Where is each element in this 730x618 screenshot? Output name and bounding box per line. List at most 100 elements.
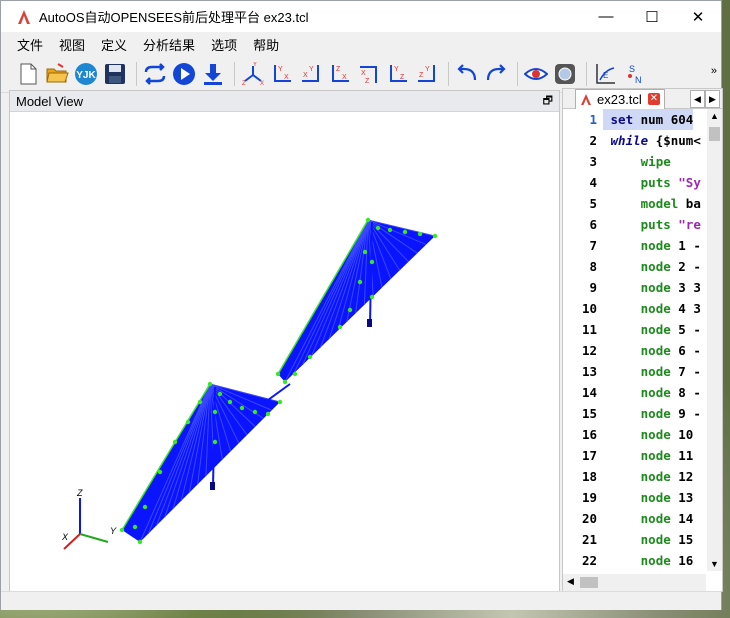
code-line: 19 node 13 [563, 487, 705, 508]
code-text: node 8 - [640, 385, 701, 400]
code-text: puts "Sy [640, 175, 701, 190]
code-line: 20 node 14 [563, 508, 705, 529]
open-folder-icon[interactable] [44, 61, 70, 87]
sn-icon[interactable]: SN [621, 61, 647, 87]
tab-scroll-left-icon[interactable]: ◀ [690, 90, 705, 108]
model-canvas[interactable]: Z Y X [10, 112, 559, 591]
redo-icon[interactable] [483, 61, 509, 87]
svg-text:Y: Y [394, 66, 399, 73]
toolbar-separator [234, 62, 235, 86]
editor-tab-bar: ex23.tcl ✕ ◀ ▶ [563, 88, 722, 109]
code-text: node 11 [640, 448, 694, 463]
scroll-thumb[interactable] [580, 577, 598, 588]
model-node [277, 399, 283, 405]
line-number: 7 [589, 238, 597, 253]
model-node [307, 354, 313, 360]
line-number: 10 [581, 301, 597, 316]
menu-define[interactable]: 定义 [93, 35, 135, 54]
axis-y-line [79, 533, 109, 543]
undo-icon[interactable] [454, 61, 480, 87]
close-tab-icon[interactable]: ✕ [647, 93, 660, 105]
tab-label: ex23.tcl [597, 91, 642, 107]
menu-analysis-results[interactable]: 分析结果 [135, 35, 203, 54]
model-view-title: Model View [16, 93, 83, 109]
app-logo-icon [18, 9, 30, 24]
svg-text:X: X [260, 81, 264, 86]
maximize-button[interactable]: ☐ [629, 1, 675, 32]
code-text: node 14 [640, 511, 694, 526]
chart-icon[interactable]: E [592, 61, 618, 87]
camera-icon[interactable] [552, 61, 578, 87]
minimize-button[interactable]: — [583, 1, 629, 32]
toolbar-overflow-button[interactable]: » [711, 65, 717, 77]
svg-text:Z: Z [400, 74, 405, 81]
toolbar-separator [586, 62, 587, 86]
model-node [432, 233, 438, 239]
model-support [210, 482, 215, 490]
toolbar-separator [517, 62, 518, 86]
svg-text:Y: Y [278, 66, 283, 73]
line-number: 17 [581, 448, 597, 463]
restore-icon[interactable]: 🗗 [543, 92, 553, 111]
menu-file[interactable]: 文件 [9, 35, 51, 54]
model-node [132, 524, 138, 530]
code-line: 16 node 10 [563, 424, 705, 445]
code-line: 5 model ba [563, 193, 705, 214]
code-area[interactable]: 1 set num 604 2 while {$num< 3 wipe 4 puts … [563, 109, 705, 571]
code-line: 18 node 12 [563, 466, 705, 487]
code-line: 12 node 6 - [563, 340, 705, 361]
run-icon[interactable] [171, 61, 197, 87]
code-text: node 9 - [640, 406, 701, 421]
toolbar-separator [448, 62, 449, 86]
scroll-up-icon[interactable]: ▲ [710, 111, 719, 121]
tab-scroll-right-icon[interactable]: ▶ [705, 90, 720, 108]
line-number: 6 [589, 217, 597, 232]
vertical-scrollbar[interactable]: ▲ ▼ [707, 109, 722, 571]
svg-text:E: E [603, 71, 608, 80]
horizontal-scrollbar[interactable]: ◀ [563, 574, 706, 591]
model-node [265, 411, 271, 417]
line-number: 19 [581, 490, 597, 505]
view-xy-icon[interactable]: XY [298, 61, 324, 87]
scroll-down-icon[interactable]: ▼ [710, 559, 719, 569]
line-number: 8 [589, 259, 597, 274]
view-zx-icon[interactable]: ZX [327, 61, 353, 87]
model-view-header: Model View 🗗 [10, 91, 559, 112]
view-zy-icon[interactable]: ZY [414, 61, 440, 87]
yjk-icon[interactable]: YJK [73, 61, 99, 87]
view-yx-icon[interactable]: YX [269, 61, 295, 87]
model-node [357, 279, 363, 285]
code-text: node 3 3 [640, 280, 701, 295]
code-text: node 4 3 [640, 301, 701, 316]
line-number: 20 [581, 511, 597, 526]
loop-icon[interactable] [142, 61, 168, 87]
svg-text:S: S [629, 64, 635, 74]
scroll-left-icon[interactable]: ◀ [567, 576, 574, 587]
menu-view[interactable]: 视图 [51, 35, 93, 54]
title-bar: AutoOS自动OPENSEES前后处理平台 ex23.tcl — ☐ ✕ [1, 1, 721, 32]
tab-ex23[interactable]: ex23.tcl ✕ [575, 88, 665, 109]
app-window: AutoOS自动OPENSEES前后处理平台 ex23.tcl — ☐ ✕ 文件… [0, 0, 723, 610]
code-text: node 7 - [640, 364, 701, 379]
line-number: 1 [589, 112, 597, 127]
menu-help[interactable]: 帮助 [245, 35, 287, 54]
model-node [142, 504, 148, 510]
code-text: model ba [640, 196, 701, 211]
axis-xyz-icon[interactable]: Y Z X [240, 61, 266, 87]
save-icon[interactable] [102, 61, 128, 87]
download-icon[interactable] [200, 61, 226, 87]
code-text: node 6 - [640, 343, 701, 358]
line-number: 11 [581, 322, 597, 337]
svg-text:Z: Z [419, 72, 424, 79]
close-button[interactable]: ✕ [675, 1, 721, 32]
code-line: 8 node 2 - [563, 256, 705, 277]
model-node [417, 231, 423, 237]
eye-icon[interactable] [523, 61, 549, 87]
new-file-icon[interactable] [15, 61, 41, 87]
model-node [292, 371, 298, 377]
menu-options[interactable]: 选项 [203, 35, 245, 54]
view-xz-icon[interactable]: XZ [356, 61, 382, 87]
view-yz-icon[interactable]: YZ [385, 61, 411, 87]
scroll-thumb[interactable] [709, 127, 720, 141]
model-view-panel: Model View 🗗 Z Y X [9, 90, 560, 592]
